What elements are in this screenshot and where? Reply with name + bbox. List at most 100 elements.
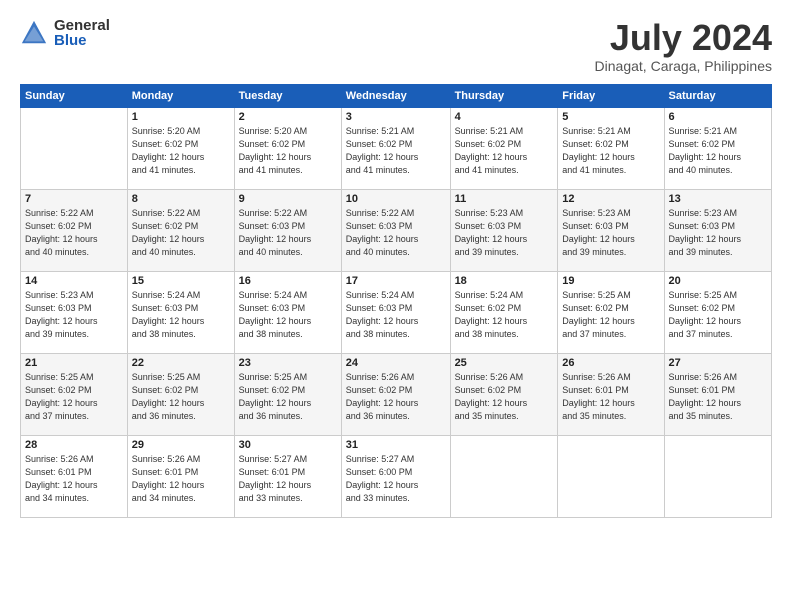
calendar-cell: 15 Sunrise: 5:24 AM Sunset: 6:03 PM Dayli… (127, 271, 234, 353)
day-number: 22 (132, 357, 230, 369)
day-number: 24 (346, 357, 446, 369)
day-number: 14 (25, 275, 123, 287)
calendar-cell: 16 Sunrise: 5:24 AM Sunset: 6:03 PM Dayli… (234, 271, 341, 353)
calendar-cell: 29Sunrise: 5:26 AM Sunset: 6:01 PM Dayli… (127, 435, 234, 517)
day-info: Sunrise: 5:25 AM Sunset: 6:02 PM Dayligh… (132, 371, 230, 423)
calendar-header-monday: Monday (127, 84, 234, 107)
day-number: 23 (239, 357, 337, 369)
calendar-week-4: 21 Sunrise: 5:25 AM Sunset: 6:02 PM Dayli… (21, 353, 772, 435)
calendar-header-wednesday: Wednesday (341, 84, 450, 107)
day-number: 19 (562, 275, 659, 287)
calendar-cell: 21 Sunrise: 5:25 AM Sunset: 6:02 PM Dayli… (21, 353, 128, 435)
calendar-cell: 24 Sunrise: 5:26 AM Sunset: 6:02 PM Dayli… (341, 353, 450, 435)
day-info: Sunrise: 5:21 AM Sunset: 6:02 PM Dayligh… (562, 125, 659, 177)
calendar-cell: 25 Sunrise: 5:26 AM Sunset: 6:02 PM Dayli… (450, 353, 558, 435)
calendar-header-thursday: Thursday (450, 84, 558, 107)
calendar-cell: 9 Sunrise: 5:22 AM Sunset: 6:03 PM Daylig… (234, 189, 341, 271)
calendar-table: SundayMondayTuesdayWednesdayThursdayFrid… (20, 84, 772, 518)
subtitle: Dinagat, Caraga, Philippines (595, 58, 772, 74)
day-info: Sunrise: 5:26 AM Sunset: 6:02 PM Dayligh… (455, 371, 554, 423)
calendar-cell: 14 Sunrise: 5:23 AM Sunset: 6:03 PM Dayli… (21, 271, 128, 353)
calendar-cell: 7Sunrise: 5:22 AM Sunset: 6:02 PM Daylig… (21, 189, 128, 271)
day-info: Sunrise: 5:25 AM Sunset: 6:02 PM Dayligh… (562, 289, 659, 341)
day-info: Sunrise: 5:22 AM Sunset: 6:03 PM Dayligh… (346, 207, 446, 259)
calendar-cell: 3 Sunrise: 5:21 AM Sunset: 6:02 PM Daylig… (341, 107, 450, 189)
calendar-cell: 5 Sunrise: 5:21 AM Sunset: 6:02 PM Daylig… (558, 107, 664, 189)
calendar-week-2: 7Sunrise: 5:22 AM Sunset: 6:02 PM Daylig… (21, 189, 772, 271)
day-info: Sunrise: 5:26 AM Sunset: 6:01 PM Dayligh… (562, 371, 659, 423)
calendar-cell: 18 Sunrise: 5:24 AM Sunset: 6:02 PM Dayli… (450, 271, 558, 353)
day-number: 11 (455, 193, 554, 205)
calendar-cell: 20Sunrise: 5:25 AM Sunset: 6:02 PM Dayli… (664, 271, 771, 353)
day-info: Sunrise: 5:26 AM Sunset: 6:01 PM Dayligh… (669, 371, 767, 423)
page: General Blue July 2024 Dinagat, Caraga, … (0, 0, 792, 612)
calendar-cell: 19 Sunrise: 5:25 AM Sunset: 6:02 PM Dayli… (558, 271, 664, 353)
calendar-cell: 30 Sunrise: 5:27 AM Sunset: 6:01 PM Dayli… (234, 435, 341, 517)
day-info: Sunrise: 5:26 AM Sunset: 6:02 PM Dayligh… (346, 371, 446, 423)
calendar-header-saturday: Saturday (664, 84, 771, 107)
calendar-cell: 22 Sunrise: 5:25 AM Sunset: 6:02 PM Dayli… (127, 353, 234, 435)
calendar-header-tuesday: Tuesday (234, 84, 341, 107)
day-info: Sunrise: 5:25 AM Sunset: 6:02 PM Dayligh… (25, 371, 123, 423)
calendar-cell: 2 Sunrise: 5:20 AM Sunset: 6:02 PM Daylig… (234, 107, 341, 189)
day-number: 26 (562, 357, 659, 369)
day-number: 27 (669, 357, 767, 369)
day-info: Sunrise: 5:20 AM Sunset: 6:02 PM Dayligh… (239, 125, 337, 177)
day-info: Sunrise: 5:24 AM Sunset: 6:03 PM Dayligh… (239, 289, 337, 341)
day-info: Sunrise: 5:24 AM Sunset: 6:02 PM Dayligh… (455, 289, 554, 341)
calendar-cell (558, 435, 664, 517)
day-number: 18 (455, 275, 554, 287)
day-number: 1 (132, 111, 230, 123)
day-number: 3 (346, 111, 446, 123)
calendar-cell: 4 Sunrise: 5:21 AM Sunset: 6:02 PM Daylig… (450, 107, 558, 189)
day-number: 2 (239, 111, 337, 123)
day-info: Sunrise: 5:25 AM Sunset: 6:02 PM Dayligh… (239, 371, 337, 423)
logo: General Blue (20, 18, 110, 48)
calendar-cell: 17Sunrise: 5:24 AM Sunset: 6:03 PM Dayli… (341, 271, 450, 353)
day-number: 10 (346, 193, 446, 205)
day-number: 15 (132, 275, 230, 287)
day-info: Sunrise: 5:22 AM Sunset: 6:02 PM Dayligh… (25, 207, 123, 259)
day-number: 13 (669, 193, 767, 205)
calendar-cell: 1 Sunrise: 5:20 AM Sunset: 6:02 PM Daylig… (127, 107, 234, 189)
calendar-cell: 8Sunrise: 5:22 AM Sunset: 6:02 PM Daylig… (127, 189, 234, 271)
day-info: Sunrise: 5:27 AM Sunset: 6:00 PM Dayligh… (346, 453, 446, 505)
day-info: Sunrise: 5:26 AM Sunset: 6:01 PM Dayligh… (25, 453, 123, 505)
calendar-cell: 12Sunrise: 5:23 AM Sunset: 6:03 PM Dayli… (558, 189, 664, 271)
day-number: 16 (239, 275, 337, 287)
day-number: 21 (25, 357, 123, 369)
day-number: 31 (346, 439, 446, 451)
day-info: Sunrise: 5:23 AM Sunset: 6:03 PM Dayligh… (669, 207, 767, 259)
logo-icon (20, 19, 48, 47)
day-info: Sunrise: 5:21 AM Sunset: 6:02 PM Dayligh… (455, 125, 554, 177)
day-info: Sunrise: 5:24 AM Sunset: 6:03 PM Dayligh… (132, 289, 230, 341)
calendar-week-5: 28Sunrise: 5:26 AM Sunset: 6:01 PM Dayli… (21, 435, 772, 517)
day-number: 30 (239, 439, 337, 451)
day-number: 25 (455, 357, 554, 369)
calendar-cell: 27 Sunrise: 5:26 AM Sunset: 6:01 PM Dayli… (664, 353, 771, 435)
calendar-cell: 13 Sunrise: 5:23 AM Sunset: 6:03 PM Dayli… (664, 189, 771, 271)
day-info: Sunrise: 5:27 AM Sunset: 6:01 PM Dayligh… (239, 453, 337, 505)
calendar-header-sunday: Sunday (21, 84, 128, 107)
logo-blue: Blue (54, 33, 110, 48)
day-number: 20 (669, 275, 767, 287)
day-info: Sunrise: 5:20 AM Sunset: 6:02 PM Dayligh… (132, 125, 230, 177)
day-info: Sunrise: 5:23 AM Sunset: 6:03 PM Dayligh… (25, 289, 123, 341)
calendar-cell: 10 Sunrise: 5:22 AM Sunset: 6:03 PM Dayli… (341, 189, 450, 271)
day-number: 29 (132, 439, 230, 451)
day-number: 5 (562, 111, 659, 123)
day-info: Sunrise: 5:21 AM Sunset: 6:02 PM Dayligh… (346, 125, 446, 177)
logo-text: General Blue (54, 18, 110, 48)
day-info: Sunrise: 5:22 AM Sunset: 6:03 PM Dayligh… (239, 207, 337, 259)
calendar-cell (450, 435, 558, 517)
calendar-cell (21, 107, 128, 189)
logo-general: General (54, 18, 110, 33)
calendar-cell: 31 Sunrise: 5:27 AM Sunset: 6:00 PM Dayli… (341, 435, 450, 517)
calendar-cell: 28Sunrise: 5:26 AM Sunset: 6:01 PM Dayli… (21, 435, 128, 517)
calendar-header-row: SundayMondayTuesdayWednesdayThursdayFrid… (21, 84, 772, 107)
calendar-cell (664, 435, 771, 517)
day-number: 9 (239, 193, 337, 205)
day-number: 12 (562, 193, 659, 205)
day-number: 4 (455, 111, 554, 123)
calendar-cell: 26 Sunrise: 5:26 AM Sunset: 6:01 PM Dayli… (558, 353, 664, 435)
